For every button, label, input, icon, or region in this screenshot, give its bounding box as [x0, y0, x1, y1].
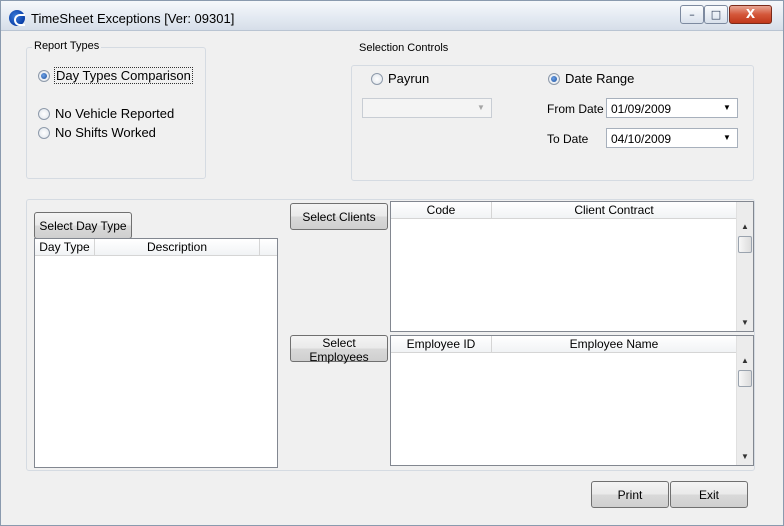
radio-date-range[interactable]: Date Range — [548, 71, 634, 86]
payrun-dropdown[interactable]: ▼ — [362, 98, 492, 118]
select-clients-button[interactable]: Select Clients — [290, 203, 388, 230]
radio-label: Day Types Comparison — [54, 67, 193, 84]
radio-dot[interactable] — [371, 72, 383, 85]
from-date-picker[interactable]: 01/09/2009 ▼ — [606, 98, 738, 118]
window-title: TimeSheet Exceptions [Ver: 09301] — [31, 11, 235, 26]
column-description[interactable]: Description — [95, 239, 260, 256]
radio-label: No Vehicle Reported — [55, 106, 175, 121]
column-day-type[interactable]: Day Type — [35, 239, 95, 256]
scroll-thumb[interactable] — [738, 370, 752, 387]
column-employee-name[interactable]: Employee Name — [492, 336, 736, 353]
scroll-up-icon[interactable]: ▲ — [737, 219, 753, 235]
scroll-thumb[interactable] — [738, 236, 752, 253]
radio-dot[interactable] — [38, 107, 50, 120]
radio-day-types-comparison[interactable]: Day Types Comparison — [38, 67, 193, 84]
radio-no-shifts-worked[interactable]: No Shifts Worked — [38, 125, 156, 140]
maximize-button[interactable]: □ — [704, 5, 728, 24]
minimize-button[interactable]: – — [680, 5, 704, 24]
radio-label: Payrun — [388, 71, 430, 86]
employees-list-header: Employee ID Employee Name — [391, 336, 736, 353]
timesheet-exceptions-window: TimeSheet Exceptions [Ver: 09301] – □ X … — [0, 0, 784, 526]
scroll-down-icon[interactable]: ▼ — [737, 449, 753, 465]
column-code[interactable]: Code — [391, 202, 492, 219]
radio-dot-selected[interactable] — [548, 72, 560, 85]
select-employees-button[interactable]: Select Employees — [290, 335, 388, 364]
from-date-label: From Date — [547, 102, 604, 116]
chevron-down-icon[interactable]: ▼ — [720, 129, 734, 147]
to-date-label: To Date — [547, 132, 589, 146]
column-client-contract[interactable]: Client Contract — [492, 202, 736, 219]
day-type-list-header: Day Type Description — [35, 239, 277, 256]
radio-dot[interactable] — [38, 126, 50, 139]
print-button[interactable]: Print — [591, 481, 669, 508]
to-date-picker[interactable]: 04/10/2009 ▼ — [606, 128, 738, 148]
select-day-type-button[interactable]: Select Day Type — [34, 212, 132, 239]
column-employee-id[interactable]: Employee ID — [391, 336, 492, 353]
from-date-value: 01/09/2009 — [611, 102, 672, 116]
radio-dot-selected[interactable] — [38, 69, 50, 82]
employees-scrollbar[interactable]: ▲ ▼ — [736, 336, 753, 465]
radio-payrun[interactable]: Payrun — [371, 71, 429, 86]
scroll-up-icon[interactable]: ▲ — [737, 353, 753, 369]
radio-no-vehicle-reported[interactable]: No Vehicle Reported — [38, 106, 174, 121]
app-logo-icon — [9, 10, 25, 26]
to-date-value: 04/10/2009 — [611, 132, 672, 146]
radio-label: No Shifts Worked — [55, 125, 156, 140]
radio-label: Date Range — [565, 71, 635, 86]
scroll-down-icon[interactable]: ▼ — [737, 315, 753, 331]
report-types-label: Report Types — [32, 40, 102, 52]
exit-button[interactable]: Exit — [670, 481, 748, 508]
column-filler — [260, 239, 277, 256]
clients-scrollbar[interactable]: ▲ ▼ — [736, 202, 753, 331]
day-type-list[interactable]: Day Type Description — [34, 238, 278, 468]
clients-list-header: Code Client Contract — [391, 202, 736, 219]
chevron-down-icon[interactable]: ▼ — [720, 99, 734, 117]
close-button[interactable]: X — [729, 5, 772, 24]
chevron-down-icon[interactable]: ▼ — [474, 99, 488, 117]
clients-list[interactable]: Code Client Contract ▲ ▼ — [390, 201, 754, 332]
title-bar[interactable]: TimeSheet Exceptions [Ver: 09301] – □ X — [1, 1, 783, 31]
employees-list[interactable]: Employee ID Employee Name ▲ ▼ — [390, 335, 754, 466]
selection-controls-label: Selection Controls — [357, 42, 451, 54]
